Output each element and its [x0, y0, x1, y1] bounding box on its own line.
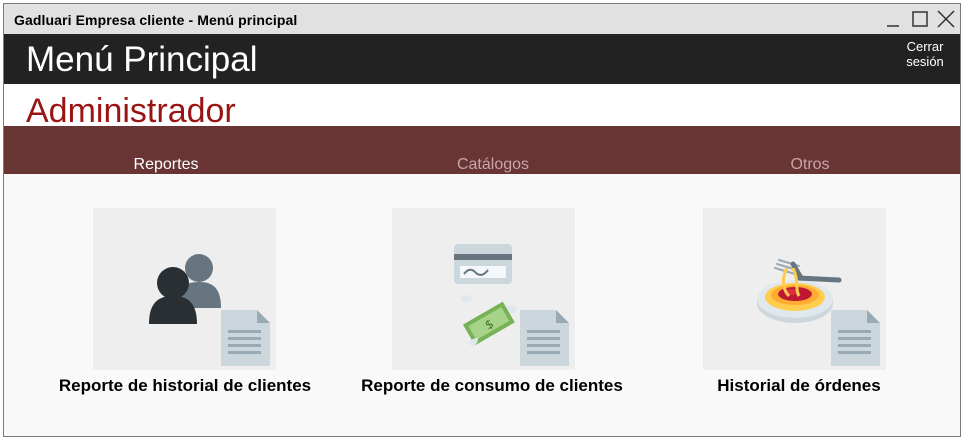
card-order-history-label[interactable]: Historial de órdenes: [717, 376, 880, 396]
tab-otros[interactable]: Otros: [790, 156, 829, 174]
card-order-history[interactable]: [703, 208, 886, 370]
window-title: Gadluari Empresa cliente - Menú principa…: [14, 12, 298, 28]
card-client-consumption-label[interactable]: Reporte de consumo de clientes: [361, 376, 623, 396]
logout-label-line2: sesión: [906, 54, 944, 69]
minimize-icon: [887, 25, 899, 27]
tab-catalogos[interactable]: Catálogos: [457, 156, 529, 174]
title-bar: Gadluari Empresa cliente - Menú principa…: [4, 4, 960, 34]
header-bar: Menú Principal Cerrar sesión: [4, 34, 960, 84]
tab-bar: Reportes Catálogos Otros: [4, 126, 960, 174]
card-client-history-report[interactable]: [93, 208, 276, 370]
content-area: Reporte de historial de clientes $ Repor…: [4, 174, 960, 436]
page-title: Menú Principal: [26, 40, 258, 79]
consumption-report-icon: $: [454, 244, 569, 366]
card-client-consumption-report[interactable]: $: [392, 208, 575, 370]
logout-label-line1: Cerrar: [906, 39, 944, 54]
logout-button[interactable]: Cerrar sesión: [900, 39, 950, 69]
role-title: Administrador: [26, 92, 236, 130]
close-icon: [937, 10, 955, 28]
maximize-icon: [912, 11, 928, 27]
role-bar: Administrador: [4, 84, 960, 130]
orders-history-icon: [757, 259, 880, 366]
users-report-icon: [149, 254, 270, 366]
app-window: Gadluari Empresa cliente - Menú principa…: [3, 3, 961, 437]
card-client-history-label[interactable]: Reporte de historial de clientes: [59, 376, 311, 396]
tab-reportes[interactable]: Reportes: [134, 156, 199, 174]
minimize-button[interactable]: [882, 9, 904, 29]
maximize-button[interactable]: [909, 9, 931, 29]
close-button[interactable]: [935, 9, 957, 29]
